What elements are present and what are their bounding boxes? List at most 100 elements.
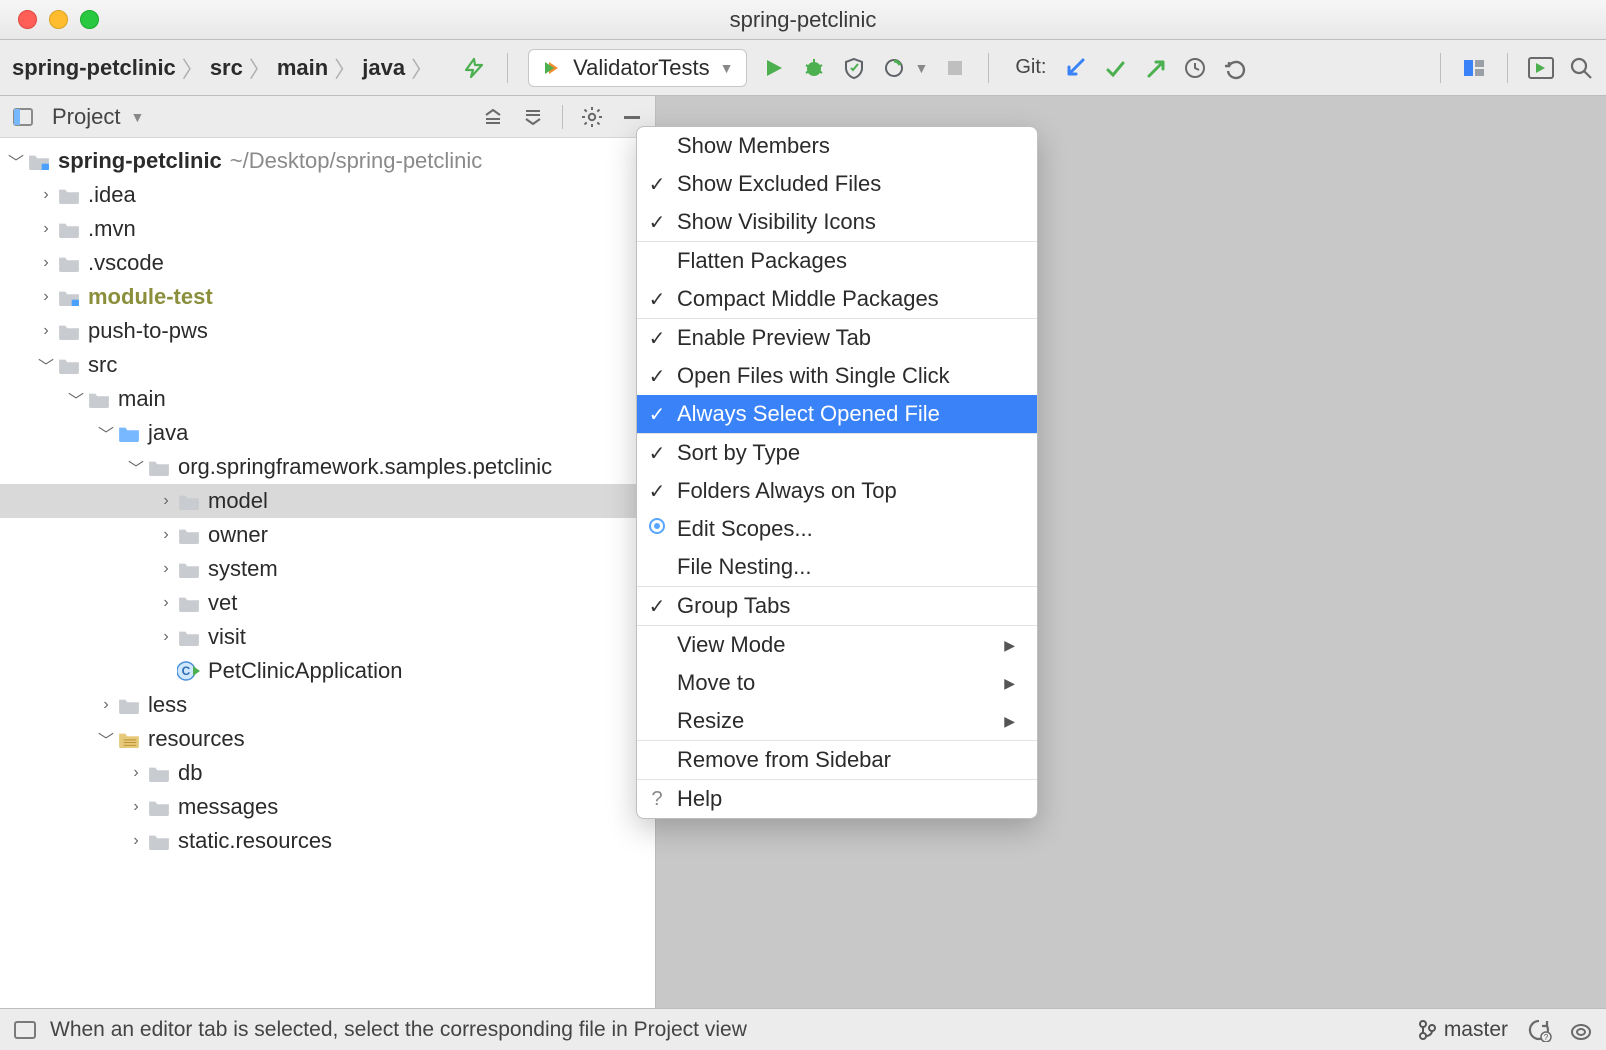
arrow-collapsed-icon[interactable]: › [156, 560, 176, 578]
menu-show-members[interactable]: Show Members [637, 127, 1037, 165]
breadcrumb-sep: 〉 [180, 52, 206, 84]
sync-settings-icon[interactable]: ? [1526, 1018, 1552, 1042]
package-icon [176, 526, 202, 544]
git-revert-icon[interactable] [1222, 55, 1248, 81]
git-push-icon[interactable] [1142, 55, 1168, 81]
menu-always-select-opened[interactable]: ✓Always Select Opened File [637, 395, 1037, 433]
tree-row-petclinic-app[interactable]: › C PetClinicApplication [0, 654, 655, 688]
search-everywhere-icon[interactable] [1568, 55, 1594, 81]
tree-row-idea[interactable]: › .idea [0, 178, 655, 212]
arrow-expanded-icon[interactable]: ﹀ [36, 353, 56, 377]
tree-row-resources[interactable]: ﹀ resources [0, 722, 655, 756]
project-panel-title[interactable]: Project [52, 104, 120, 130]
arrow-collapsed-icon[interactable]: › [156, 492, 176, 510]
git-commit-icon[interactable] [1102, 55, 1128, 81]
breadcrumb[interactable]: spring-petclinic 〉 src 〉 main 〉 java 〉 [12, 52, 435, 84]
arrow-collapsed-icon[interactable]: › [126, 764, 146, 782]
build-icon[interactable] [461, 55, 487, 81]
tree-row-vet[interactable]: › vet [0, 586, 655, 620]
tree-row-mvn[interactable]: › .mvn [0, 212, 655, 246]
arrow-collapsed-icon[interactable]: › [36, 322, 56, 340]
tree-row-owner[interactable]: › owner [0, 518, 655, 552]
run-configuration-selector[interactable]: ValidatorTests ▼ [528, 49, 746, 87]
arrow-collapsed-icon[interactable]: › [36, 254, 56, 272]
tree-row-messages[interactable]: › messages [0, 790, 655, 824]
menu-preview-tab[interactable]: ✓Enable Preview Tab [637, 319, 1037, 357]
gear-icon[interactable] [579, 104, 605, 130]
menu-file-nesting[interactable]: File Nesting... [637, 548, 1037, 586]
tree-row-java[interactable]: ﹀ java [0, 416, 655, 450]
arrow-collapsed-icon[interactable]: › [96, 696, 116, 714]
tree-root-label: spring-petclinic [58, 148, 222, 174]
breadcrumb-java[interactable]: java [362, 55, 405, 81]
module-folder-icon [56, 288, 82, 306]
arrow-expanded-icon[interactable]: ﹀ [126, 455, 146, 479]
menu-sort-by-type[interactable]: ✓Sort by Type [637, 434, 1037, 472]
menu-group-tabs[interactable]: ✓Group Tabs [637, 587, 1037, 625]
traffic-zoom[interactable] [80, 10, 99, 29]
arrow-collapsed-icon[interactable]: › [156, 628, 176, 646]
arrow-collapsed-icon[interactable]: › [36, 220, 56, 238]
arrow-collapsed-icon[interactable]: › [156, 594, 176, 612]
git-update-icon[interactable] [1062, 55, 1088, 81]
tree-row-module-test[interactable]: › module-test [0, 280, 655, 314]
menu-view-mode[interactable]: View Mode▶ [637, 626, 1037, 664]
profiler-button[interactable] [881, 55, 907, 81]
tree-row-db[interactable]: › db [0, 756, 655, 790]
menu-remove-sidebar[interactable]: Remove from Sidebar [637, 741, 1037, 779]
tree-row-root[interactable]: ﹀ spring-petclinic ~/Desktop/spring-petc… [0, 144, 655, 178]
tree-row-visit[interactable]: › visit [0, 620, 655, 654]
tree-row-main[interactable]: ﹀ main [0, 382, 655, 416]
menu-flatten-packages[interactable]: Flatten Packages [637, 242, 1037, 280]
toolbar-separator [507, 53, 508, 83]
profiler-dropdown-icon[interactable]: ▼ [915, 60, 929, 76]
traffic-close[interactable] [18, 10, 37, 29]
tree-row-vscode[interactable]: › .vscode [0, 246, 655, 280]
breadcrumb-root[interactable]: spring-petclinic [12, 55, 176, 81]
arrow-expanded-icon[interactable]: ﹀ [96, 727, 116, 751]
package-icon [146, 458, 172, 476]
breadcrumb-main[interactable]: main [277, 55, 328, 81]
menu-resize[interactable]: Resize▶ [637, 702, 1037, 740]
tree-label: owner [208, 522, 268, 548]
menu-move-to[interactable]: Move to▶ [637, 664, 1037, 702]
tree-row-system[interactable]: › system [0, 552, 655, 586]
tree-row-less[interactable]: › less [0, 688, 655, 722]
tree-row-package[interactable]: ﹀ org.springframework.samples.petclinic [0, 450, 655, 484]
arrow-collapsed-icon[interactable]: › [156, 526, 176, 544]
menu-show-excluded[interactable]: ✓Show Excluded Files [637, 165, 1037, 203]
tree-row-push-to-pws[interactable]: › push-to-pws [0, 314, 655, 348]
arrow-expanded-icon[interactable]: ﹀ [66, 387, 86, 411]
expand-all-icon[interactable] [480, 104, 506, 130]
collapse-all-icon[interactable] [520, 104, 546, 130]
arrow-collapsed-icon[interactable]: › [36, 288, 56, 306]
git-history-icon[interactable] [1182, 55, 1208, 81]
menu-compact-packages[interactable]: ✓Compact Middle Packages [637, 280, 1037, 318]
arrow-collapsed-icon[interactable]: › [126, 832, 146, 850]
stop-button[interactable] [942, 55, 968, 81]
debug-button[interactable] [801, 55, 827, 81]
arrow-expanded-icon[interactable]: ﹀ [6, 149, 26, 173]
tree-row-static-resources[interactable]: › static.resources [0, 824, 655, 858]
run-anything-icon[interactable] [1528, 55, 1554, 81]
menu-edit-scopes[interactable]: Edit Scopes... [637, 510, 1037, 548]
coverage-button[interactable] [841, 55, 867, 81]
arrow-expanded-icon[interactable]: ﹀ [96, 421, 116, 445]
project-structure-icon[interactable] [1461, 55, 1487, 81]
menu-show-visibility[interactable]: ✓Show Visibility Icons [637, 203, 1037, 241]
run-button[interactable] [761, 55, 787, 81]
project-tree[interactable]: ﹀ spring-petclinic ~/Desktop/spring-petc… [0, 138, 655, 1008]
breadcrumb-src[interactable]: src [210, 55, 243, 81]
menu-folders-top[interactable]: ✓Folders Always on Top [637, 472, 1037, 510]
menu-help[interactable]: ?Help [637, 780, 1037, 818]
chevron-down-icon[interactable]: ▼ [130, 109, 144, 125]
menu-single-click[interactable]: ✓Open Files with Single Click [637, 357, 1037, 395]
traffic-minimize[interactable] [49, 10, 68, 29]
git-branch-widget[interactable]: master [1418, 1018, 1508, 1042]
padlock-icon[interactable] [1570, 1019, 1592, 1041]
tool-window-toggle-icon[interactable] [14, 1021, 36, 1039]
arrow-collapsed-icon[interactable]: › [126, 798, 146, 816]
tree-row-model[interactable]: › model [0, 484, 655, 518]
tree-row-src[interactable]: ﹀ src [0, 348, 655, 382]
arrow-collapsed-icon[interactable]: › [36, 186, 56, 204]
